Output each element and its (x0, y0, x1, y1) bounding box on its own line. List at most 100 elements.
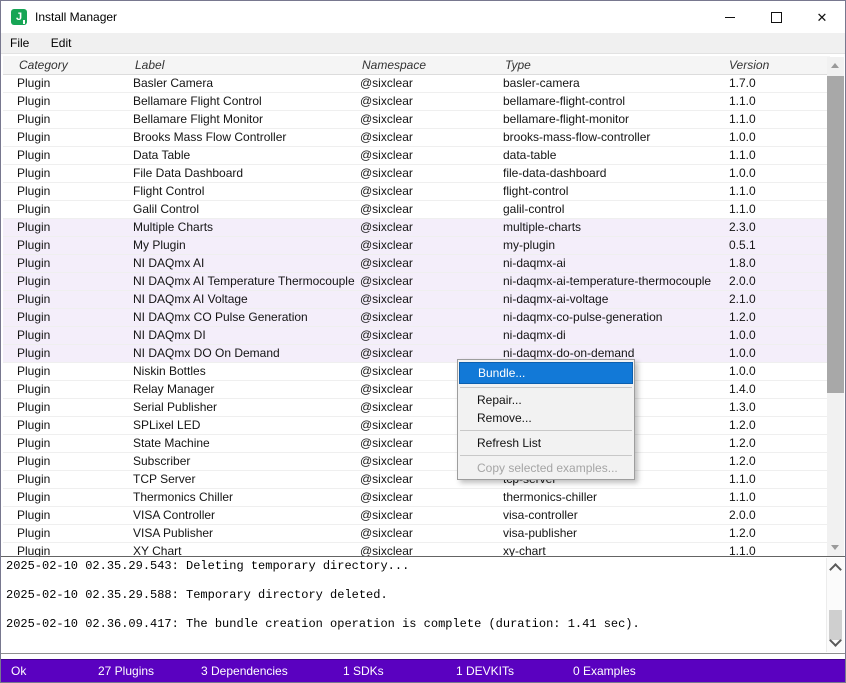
table-row[interactable]: Plugin XY Chart @sixclear xy-chart 1.1.0 (3, 543, 830, 556)
titlebar: J Install Manager ✕ (1, 1, 845, 33)
log-scroll-up-icon[interactable] (829, 563, 842, 576)
cell-type: ni-daqmx-ai-temperature-thermocouple (503, 273, 726, 289)
cell-version: 1.1.0 (729, 93, 817, 109)
cell-version: 1.2.0 (729, 417, 817, 433)
table-row[interactable]: Plugin Galil Control @sixclear galil-con… (3, 201, 830, 219)
table-row[interactable]: Plugin Relay Manager @sixclear relay-man… (3, 381, 830, 399)
cell-label: NI DAQmx DI (133, 327, 357, 343)
menu-item-bundle[interactable]: Bundle... (459, 362, 633, 384)
close-icon: ✕ (817, 11, 828, 24)
cell-category: Plugin (17, 183, 129, 199)
cell-label: XY Chart (133, 543, 357, 556)
cell-namespace: @sixclear (360, 507, 500, 523)
cell-version: 1.0.0 (729, 327, 817, 343)
table-row[interactable]: Plugin Bellamare Flight Control @sixclea… (3, 93, 830, 111)
table-row[interactable]: Plugin VISA Publisher @sixclear visa-pub… (3, 525, 830, 543)
table-row[interactable]: Plugin SPLixel LED @sixclear splixel-led… (3, 417, 830, 435)
column-header-category[interactable]: Category (19, 56, 68, 74)
menu-item-remove[interactable]: Remove... (458, 409, 634, 427)
cell-type: data-table (503, 147, 726, 163)
cell-type: ni-daqmx-ai (503, 255, 726, 271)
cell-category: Plugin (17, 309, 129, 325)
column-header-namespace[interactable]: Namespace (362, 56, 426, 74)
column-header-version[interactable]: Version (729, 56, 769, 74)
cell-version: 2.3.0 (729, 219, 817, 235)
table-row[interactable]: Plugin TCP Server @sixclear tcp-server 1… (3, 471, 830, 489)
cell-namespace: @sixclear (360, 525, 500, 541)
app-icon-letter: J (16, 11, 22, 23)
menu-separator (460, 430, 632, 431)
maximize-button[interactable] (753, 1, 799, 33)
cell-label: Relay Manager (133, 381, 357, 397)
cell-category: Plugin (17, 399, 129, 415)
cell-label: VISA Controller (133, 507, 357, 523)
cell-type: ni-daqmx-di (503, 327, 726, 343)
cell-label: VISA Publisher (133, 525, 357, 541)
table-row[interactable]: Plugin Thermonics Chiller @sixclear ther… (3, 489, 830, 507)
menu-bar: File Edit (1, 33, 845, 54)
cell-type: ni-daqmx-co-pulse-generation (503, 309, 726, 325)
cell-type: visa-controller (503, 507, 726, 523)
column-header-label[interactable]: Label (135, 56, 164, 74)
table-row[interactable]: Plugin My Plugin @sixclear my-plugin 0.5… (3, 237, 830, 255)
table-row[interactable]: Plugin Subscriber @sixclear subscriber 1… (3, 453, 830, 471)
cell-type: bellamare-flight-monitor (503, 111, 726, 127)
install-manager-window: J Install Manager ✕ File Edit Category L… (0, 0, 846, 683)
cell-category: Plugin (17, 165, 129, 181)
table-scrollbar-thumb[interactable] (827, 76, 844, 393)
table-row[interactable]: Plugin NI DAQmx AI Temperature Thermocou… (3, 273, 830, 291)
cell-label: Bellamare Flight Control (133, 93, 357, 109)
cell-category: Plugin (17, 543, 129, 556)
cell-namespace: @sixclear (360, 201, 500, 217)
cell-category: Plugin (17, 75, 129, 91)
table-row[interactable]: Plugin Basler Camera @sixclear basler-ca… (3, 75, 830, 93)
scroll-down-icon[interactable] (827, 539, 844, 556)
cell-label: Brooks Mass Flow Controller (133, 129, 357, 145)
menu-item-repair[interactable]: Repair... (458, 391, 634, 409)
table-row[interactable]: Plugin NI DAQmx AI @sixclear ni-daqmx-ai… (3, 255, 830, 273)
minimize-icon (725, 17, 735, 18)
log-line: 2025-02-10 02.36.09.417: The bundle crea… (6, 610, 823, 639)
table-row[interactable]: Plugin NI DAQmx DO On Demand @sixclear n… (3, 345, 830, 363)
table-row[interactable]: Plugin Flight Control @sixclear flight-c… (3, 183, 830, 201)
minimize-button[interactable] (707, 1, 753, 33)
cell-label: State Machine (133, 435, 357, 451)
table-scrollbar[interactable] (827, 57, 844, 556)
cell-label: My Plugin (133, 237, 357, 253)
log-line: 2025-02-10 02.35.29.588: Temporary direc… (6, 581, 823, 610)
cell-namespace: @sixclear (360, 543, 500, 556)
table-row[interactable]: Plugin VISA Controller @sixclear visa-co… (3, 507, 830, 525)
cell-version: 1.7.0 (729, 75, 817, 91)
cell-version: 1.1.0 (729, 471, 817, 487)
cell-label: NI DAQmx CO Pulse Generation (133, 309, 357, 325)
table-row[interactable]: Plugin Multiple Charts @sixclear multipl… (3, 219, 830, 237)
cell-version: 2.0.0 (729, 507, 817, 523)
table-row[interactable]: Plugin Bellamare Flight Monitor @sixclea… (3, 111, 830, 129)
menu-edit[interactable]: Edit (43, 33, 80, 53)
table-row[interactable]: Plugin NI DAQmx AI Voltage @sixclear ni-… (3, 291, 830, 309)
table-row[interactable]: Plugin Serial Publisher @sixclear serial… (3, 399, 830, 417)
table-row[interactable]: Plugin Niskin Bottles @sixclear niskin-b… (3, 363, 830, 381)
menu-item-refresh-list[interactable]: Refresh List (458, 434, 634, 452)
table-row[interactable]: Plugin Data Table @sixclear data-table 1… (3, 147, 830, 165)
cell-label: NI DAQmx AI Temperature Thermocouple (133, 273, 357, 289)
table-header: Category Label Namespace Type Version (3, 56, 830, 75)
scroll-up-icon[interactable] (827, 57, 844, 74)
log-lines: 2025-02-10 02.35.29.543: Deleting tempor… (6, 556, 823, 639)
table-row[interactable]: Plugin File Data Dashboard @sixclear fil… (3, 165, 830, 183)
table-row[interactable]: Plugin NI DAQmx CO Pulse Generation @six… (3, 309, 830, 327)
column-header-type[interactable]: Type (505, 56, 531, 74)
table-row[interactable]: Plugin Brooks Mass Flow Controller @sixc… (3, 129, 830, 147)
cell-version: 1.0.0 (729, 345, 817, 361)
menu-separator (460, 455, 632, 456)
table-row[interactable]: Plugin State Machine @sixclear state-mac… (3, 435, 830, 453)
cell-type: xy-chart (503, 543, 726, 556)
cell-category: Plugin (17, 219, 129, 235)
cell-category: Plugin (17, 129, 129, 145)
menu-file[interactable]: File (2, 33, 37, 53)
log-scrollbar[interactable] (826, 558, 844, 652)
table-row[interactable]: Plugin NI DAQmx DI @sixclear ni-daqmx-di… (3, 327, 830, 345)
cell-version: 1.2.0 (729, 309, 817, 325)
close-button[interactable]: ✕ (799, 1, 845, 33)
cell-label: Multiple Charts (133, 219, 357, 235)
